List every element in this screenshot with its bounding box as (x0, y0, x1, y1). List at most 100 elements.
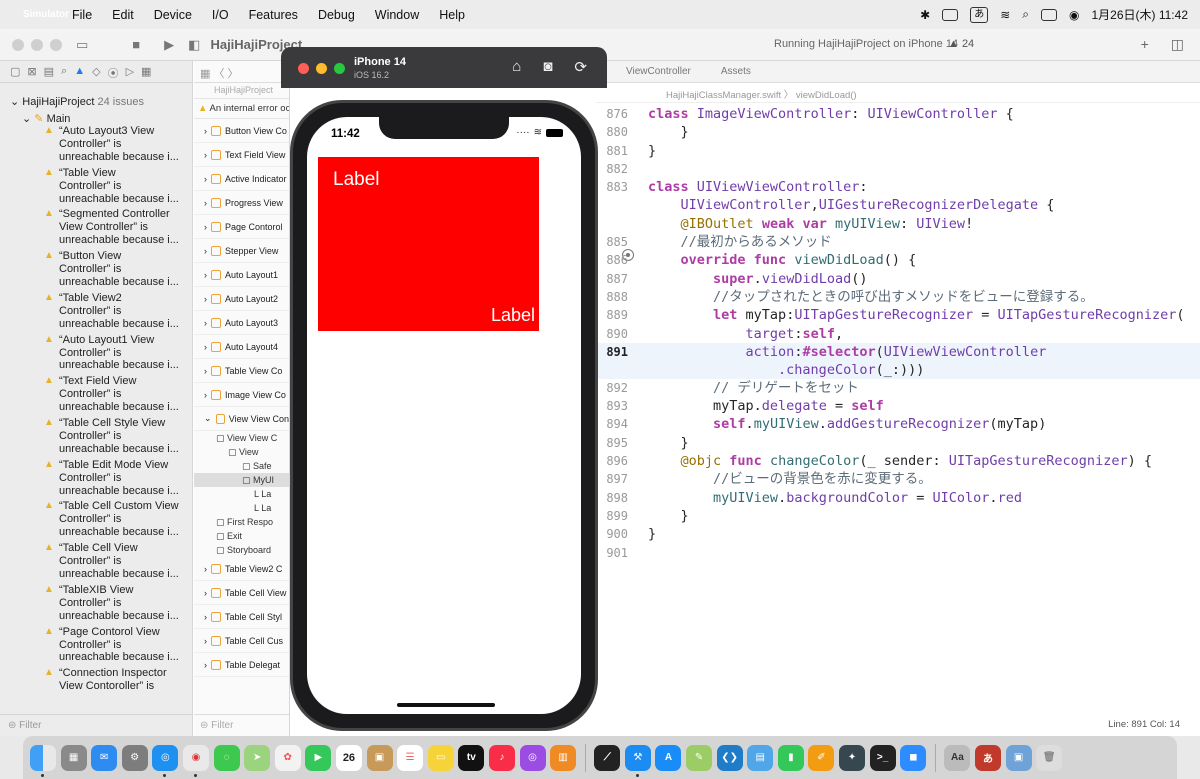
scene-item[interactable]: › Stepper View (194, 239, 289, 263)
tab-viewcontroller[interactable]: ViewController (626, 66, 691, 77)
tree-item[interactable]: ▢ Safe (194, 459, 289, 473)
disclosure-icon[interactable]: › (204, 342, 207, 352)
calendar-icon[interactable]: 26 (335, 744, 362, 771)
disclosure-icon[interactable]: › (204, 660, 207, 670)
symbol-icon[interactable]: ▤ (44, 65, 54, 78)
scene-item[interactable]: › Active Indicator (194, 167, 289, 191)
menu-features[interactable]: Features (239, 8, 308, 22)
disclosure-icon[interactable]: › (204, 318, 207, 328)
my-ui-view[interactable]: Label Label (318, 157, 539, 331)
zoom-icon[interactable]: ◼ (900, 744, 927, 771)
terminal-icon[interactable]: >_ (869, 744, 896, 771)
disclosure-icon[interactable]: › (204, 294, 207, 304)
stop-icon[interactable]: ■ (132, 37, 140, 52)
menu-device[interactable]: Device (144, 8, 202, 22)
scene-item[interactable]: › Table Cell Styl (194, 605, 289, 629)
rotate-icon[interactable]: ⟳ (574, 58, 587, 76)
source-control-icon[interactable]: ⊠ (27, 65, 36, 78)
books-icon[interactable]: ▥ (550, 744, 577, 771)
wifi-icon[interactable]: ≋ (1000, 8, 1010, 22)
xcode-icon[interactable]: ⚒ (624, 744, 651, 777)
scene-item[interactable]: › Auto Layout2 (194, 287, 289, 311)
scene-item[interactable]: › Image View Co (194, 383, 289, 407)
home-icon[interactable]: ⌂ (512, 58, 521, 76)
issue-item[interactable]: ▲ “Auto Layout3 View Controller” is unrea… (44, 125, 192, 164)
pages-icon[interactable]: ✐ (808, 744, 835, 771)
notes-icon[interactable]: ▭ (427, 744, 454, 771)
scene-item[interactable]: › Text Field View (194, 143, 289, 167)
menu-app-name[interactable]: Simulator (23, 2, 69, 28)
add-icon[interactable]: + (1141, 36, 1149, 53)
issue-item[interactable]: ▲ “Text Field View Controller” is unreach… (44, 375, 192, 414)
issue-item[interactable]: ▲ “TableXIB View Controller” is unreachab… (44, 584, 192, 623)
disclosure-icon[interactable]: › (204, 366, 207, 376)
sim-zoom-button[interactable] (334, 63, 345, 74)
chrome-icon[interactable]: ◉ (182, 744, 209, 777)
scene-item[interactable]: › Auto Layout1 (194, 263, 289, 287)
tree-item[interactable]: ▢ View (194, 445, 289, 459)
photo-folder-icon[interactable]: ▣ (1005, 744, 1032, 771)
disclosure-icon[interactable]: ⌄ (204, 413, 212, 424)
disclosure-icon[interactable]: › (204, 150, 207, 160)
scene-item[interactable]: › Table View Co (194, 359, 289, 383)
reminders-icon[interactable]: ☰ (397, 744, 424, 771)
issue-item[interactable]: ▲ “Connection Inspector View Contoroller”… (44, 667, 192, 693)
input-method-icon[interactable]: あ (970, 6, 989, 23)
report-icon[interactable]: ▦ (141, 65, 151, 78)
iphone-screen[interactable]: 11:42 ···· ≋ Label Label (307, 117, 581, 714)
music-icon[interactable]: ♪ (488, 744, 515, 771)
home-indicator[interactable] (397, 703, 495, 707)
issue-item[interactable]: ▲ “Segmented Controller View Controller” … (44, 208, 192, 247)
disclosure-icon[interactable]: › (204, 564, 207, 574)
tree-item[interactable]: ▢ View View C (194, 431, 289, 445)
warning-count[interactable]: ▲ 24 (948, 38, 974, 50)
mail-icon[interactable]: ✉ (91, 744, 118, 771)
menu-io[interactable]: I/O (202, 8, 239, 22)
internal-error-banner[interactable]: ▲ An internal error occurred (194, 99, 289, 119)
editor-breadcrumb[interactable]: HajiHajiClassManager.swift 〉 viewDidLoad… (596, 83, 1200, 103)
disclosure-icon[interactable]: › (204, 612, 207, 622)
tab-assets[interactable]: Assets (721, 66, 751, 77)
kotoeri-icon[interactable]: あ (975, 744, 1001, 771)
navigator-filter[interactable]: ⊜ Filter (0, 714, 192, 736)
disclosure-icon[interactable]: › (204, 126, 207, 136)
test-icon[interactable]: ◇ (92, 65, 100, 78)
clock[interactable]: 1月26日(木) 11:42 (1092, 6, 1189, 23)
battery-icon[interactable] (942, 8, 959, 21)
photos-icon[interactable]: ✿ (274, 744, 301, 771)
tree-item[interactable]: ▢ First Respo (194, 515, 289, 529)
podcasts-icon[interactable]: ◎ (519, 744, 546, 771)
scene-item[interactable]: › Button View Co (194, 119, 289, 143)
scene-item[interactable]: › Page Contorol (194, 215, 289, 239)
numbers-icon[interactable]: ▮ (777, 744, 804, 771)
code-lines[interactable]: 876 class ImageViewController: UIViewCont… (596, 105, 1200, 562)
scene-item[interactable]: › Auto Layout4 (194, 335, 289, 359)
disclosure-icon[interactable]: › (204, 222, 207, 232)
scene-item[interactable]: ⌄ View View Con (194, 407, 289, 431)
issue-item[interactable]: ▲ “Table View2 Controller” is unreachable… (44, 292, 192, 331)
preview-icon[interactable]: ▤ (747, 744, 774, 771)
disclosure-icon[interactable]: › (204, 246, 207, 256)
instruments-icon[interactable]: ✦ (839, 744, 866, 771)
app-store-icon[interactable]: A (655, 744, 682, 771)
issue-item[interactable]: ▲ “Table Edit Mode View Controller” is un… (44, 459, 192, 498)
finder-icon[interactable] (30, 744, 56, 777)
issue-group[interactable]: ⌄ ✎ Main (0, 108, 192, 125)
launchpad-icon[interactable]: ▦ (60, 744, 87, 771)
menu-debug[interactable]: Debug (308, 8, 365, 22)
dictionary-icon[interactable]: Aa (944, 744, 971, 771)
sim-close-button[interactable] (298, 63, 309, 74)
menu-edit[interactable]: Edit (102, 8, 144, 22)
disclosure-icon[interactable]: › (204, 198, 207, 208)
disclosure-icon[interactable]: › (204, 588, 207, 598)
scene-item[interactable]: › Table Delegat (194, 653, 289, 677)
breakpoint-icon[interactable]: ▷ (126, 65, 134, 78)
issue-item[interactable]: ▲ “Auto Layout1 View Controller” is unrea… (44, 334, 192, 373)
tree-item[interactable]: L La (194, 487, 289, 501)
inspector-toggle-icon[interactable]: ◫ (1171, 36, 1184, 53)
messages-icon[interactable]: ◌ (213, 744, 240, 771)
outline-breadcrumb[interactable]: HajiHajiProject (194, 83, 289, 99)
disclosure-icon[interactable]: ⌄ (10, 96, 19, 108)
siri-icon[interactable]: ◉ (1069, 8, 1079, 22)
notes-folder-icon[interactable]: ▣ (366, 744, 393, 771)
